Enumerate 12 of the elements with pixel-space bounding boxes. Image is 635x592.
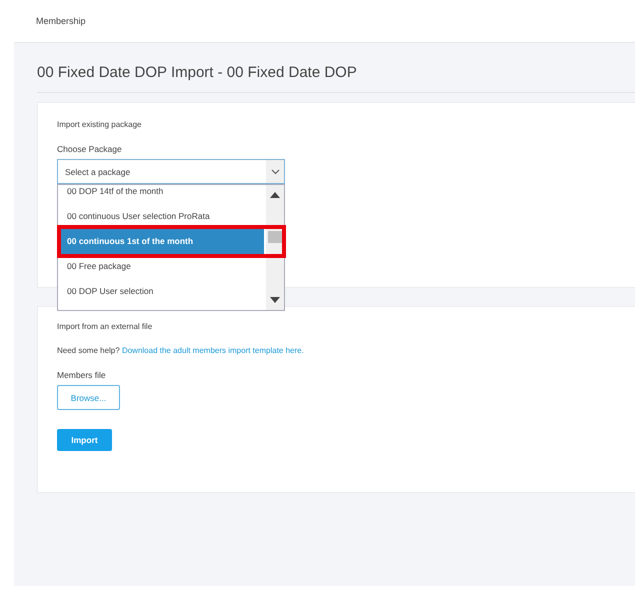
page-title: 00 Fixed Date DOP Import - 00 Fixed Date DOP xyxy=(37,64,357,81)
section-heading: Import existing package xyxy=(57,120,142,129)
dropdown-option[interactable]: 00 continuous User selection ProRata xyxy=(58,204,266,229)
breadcrumb: Membership xyxy=(36,16,86,26)
section-heading: Import from an external file xyxy=(57,322,154,331)
help-text: Need some help? xyxy=(57,346,120,355)
field-label: Choose Package xyxy=(57,144,123,154)
dropdown-option[interactable]: 00 DOP User selection xyxy=(58,279,266,304)
dropdown-option[interactable]: 00 Free package xyxy=(58,254,266,279)
package-select[interactable]: Select a package xyxy=(57,159,285,184)
field-label: Members file xyxy=(57,370,107,380)
dropdown-option[interactable]: 00 continuous 1st of the month xyxy=(58,229,264,254)
